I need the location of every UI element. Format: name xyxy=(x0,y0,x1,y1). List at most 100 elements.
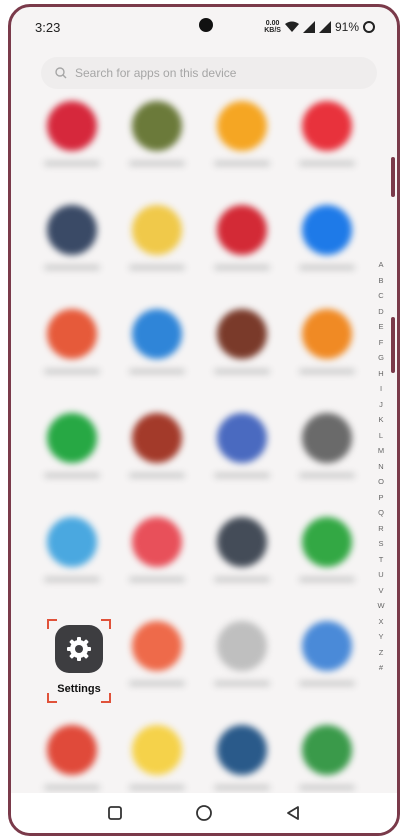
app-shortcut[interactable] xyxy=(284,93,369,197)
front-camera xyxy=(199,18,213,32)
alphabet-index-letter[interactable]: Z xyxy=(379,645,384,661)
alphabet-index-letter[interactable]: # xyxy=(379,660,383,676)
app-icon xyxy=(216,101,267,151)
app-label-blurred xyxy=(213,265,270,270)
app-label-blurred xyxy=(213,473,270,478)
app-icon xyxy=(131,309,182,359)
app-shortcut[interactable] xyxy=(199,301,284,405)
app-shortcut[interactable] xyxy=(199,509,284,613)
alphabet-index[interactable]: A B C D E F G H I J K L M N O P Q R S T U V W X Y Z # xyxy=(375,257,387,676)
app-shortcut[interactable] xyxy=(29,93,114,197)
alphabet-index-letter[interactable]: H xyxy=(378,366,383,382)
app-shortcut[interactable] xyxy=(284,197,369,301)
phone-frame: 3:23 0.00 KB/S 91% Search for apps on th xyxy=(8,4,400,836)
alphabet-index-letter[interactable]: A xyxy=(378,257,383,273)
alphabet-index-letter[interactable]: T xyxy=(379,552,384,568)
app-icon xyxy=(216,517,267,567)
alphabet-index-letter[interactable]: D xyxy=(378,304,383,320)
app-icon xyxy=(216,621,267,671)
alphabet-index-letter[interactable]: X xyxy=(378,614,383,630)
app-label-blurred xyxy=(213,369,270,374)
alphabet-index-letter[interactable]: F xyxy=(379,335,384,351)
alphabet-index-letter[interactable]: E xyxy=(378,319,383,335)
app-shortcut[interactable] xyxy=(199,197,284,301)
settings-label: Settings xyxy=(57,683,101,695)
app-shortcut[interactable] xyxy=(284,509,369,613)
app-label-blurred xyxy=(128,577,185,582)
app-label-blurred xyxy=(298,785,355,790)
alphabet-index-letter[interactable]: C xyxy=(378,288,383,304)
alphabet-index-letter[interactable]: P xyxy=(378,490,383,506)
app-shortcut[interactable] xyxy=(114,301,199,405)
app-shortcut[interactable] xyxy=(29,197,114,301)
selection-corner xyxy=(101,693,111,703)
app-icon xyxy=(301,725,352,775)
back-button-icon[interactable] xyxy=(285,805,301,821)
app-icon xyxy=(46,309,97,359)
app-icon xyxy=(301,621,352,671)
alphabet-index-letter[interactable]: L xyxy=(379,428,383,444)
app-icon xyxy=(131,621,182,671)
app-label-blurred xyxy=(213,785,270,790)
app-shortcut[interactable] xyxy=(284,405,369,509)
app-shortcut[interactable] xyxy=(199,93,284,197)
app-label-blurred xyxy=(213,681,270,686)
app-icon xyxy=(216,725,267,775)
alphabet-index-letter[interactable]: U xyxy=(378,567,383,583)
net-speed: 0.00 KB/S xyxy=(264,20,281,34)
alphabet-index-letter[interactable]: J xyxy=(379,397,383,413)
app-label-blurred xyxy=(128,681,185,686)
alphabet-index-letter[interactable]: I xyxy=(380,381,382,397)
app-icon xyxy=(131,205,182,255)
settings-gear-icon xyxy=(55,625,103,673)
app-search-bar[interactable]: Search for apps on this device xyxy=(41,57,377,89)
app-icon xyxy=(46,101,97,151)
app-shortcut[interactable] xyxy=(114,93,199,197)
app-label-blurred xyxy=(43,577,100,582)
alphabet-index-letter[interactable]: K xyxy=(378,412,383,428)
settings-app[interactable]: Settings xyxy=(47,619,111,703)
alphabet-index-letter[interactable]: R xyxy=(378,521,383,537)
search-icon xyxy=(55,67,67,79)
app-label-blurred xyxy=(298,577,355,582)
selection-corner xyxy=(101,619,111,629)
app-shortcut[interactable] xyxy=(199,405,284,509)
app-shortcut[interactable] xyxy=(114,613,199,717)
app-label-blurred xyxy=(128,369,185,374)
app-label-blurred xyxy=(298,161,355,166)
app-icon xyxy=(46,413,97,463)
app-label-blurred xyxy=(298,681,355,686)
alphabet-index-letter[interactable]: S xyxy=(378,536,383,552)
app-icon xyxy=(46,725,97,775)
app-label-blurred xyxy=(298,265,355,270)
alphabet-index-letter[interactable]: O xyxy=(378,474,384,490)
alphabet-index-letter[interactable]: B xyxy=(378,273,383,289)
selection-corner xyxy=(47,619,57,629)
app-label-blurred xyxy=(43,161,100,166)
alphabet-index-letter[interactable]: N xyxy=(378,459,383,475)
app-icon xyxy=(216,413,267,463)
app-shortcut[interactable] xyxy=(29,301,114,405)
alphabet-index-letter[interactable]: Q xyxy=(378,505,384,521)
alphabet-index-letter[interactable]: M xyxy=(378,443,384,459)
alphabet-index-letter[interactable]: G xyxy=(378,350,384,366)
app-icon xyxy=(131,517,182,567)
app-shortcut[interactable] xyxy=(29,509,114,613)
app-shortcut[interactable] xyxy=(284,613,369,717)
alphabet-index-letter[interactable]: W xyxy=(377,598,384,614)
navigation-bar xyxy=(11,793,397,833)
home-button-icon[interactable] xyxy=(195,804,213,822)
app-shortcut[interactable] xyxy=(284,301,369,405)
app-shortcut[interactable] xyxy=(114,197,199,301)
battery-percent: 91% xyxy=(334,20,359,34)
app-label-blurred xyxy=(213,161,270,166)
app-shortcut[interactable] xyxy=(29,405,114,509)
app-shortcut[interactable] xyxy=(199,613,284,717)
app-label-blurred xyxy=(43,473,100,478)
alphabet-index-letter[interactable]: V xyxy=(378,583,383,599)
app-shortcut[interactable] xyxy=(114,509,199,613)
app-shortcut[interactable] xyxy=(114,405,199,509)
alphabet-index-letter[interactable]: Y xyxy=(378,629,383,645)
recents-button-icon[interactable] xyxy=(107,805,123,821)
wifi-icon xyxy=(284,21,299,32)
